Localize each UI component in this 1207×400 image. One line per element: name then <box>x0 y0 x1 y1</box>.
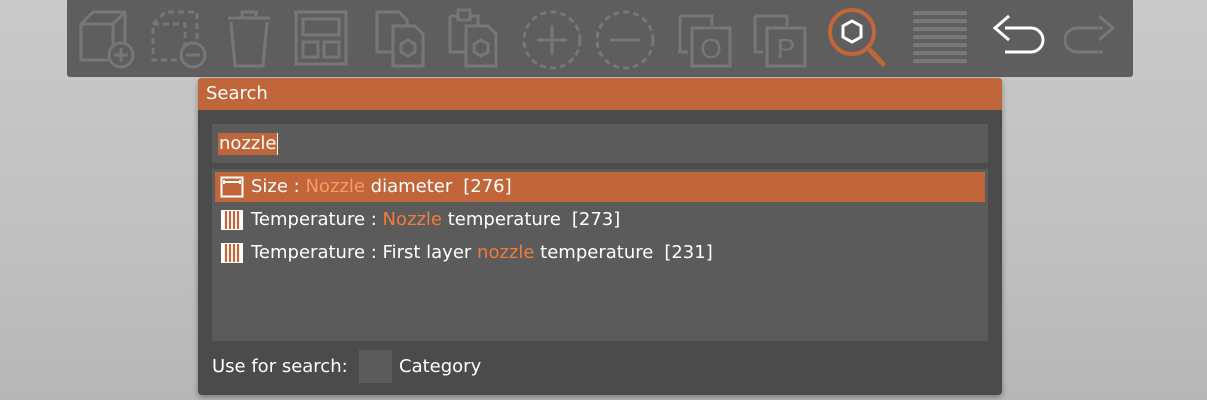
search-result-item[interactable]: Temperature : First layer nozzle tempera… <box>215 238 985 268</box>
result-category: Temperature <box>251 242 366 263</box>
result-match-highlight: Nozzle <box>382 209 442 230</box>
result-category: Temperature <box>251 209 366 230</box>
split-to-parts-button[interactable]: P <box>747 4 813 72</box>
result-count: [276] <box>463 176 512 197</box>
search-results-list[interactable]: Size : Nozzle diameter [276] Temperature :… <box>212 169 988 341</box>
add-instance-button[interactable] <box>519 4 585 72</box>
result-prefix: First layer <box>382 242 478 263</box>
dialog-title: Search <box>206 83 268 104</box>
add-object-button[interactable] <box>71 4 137 72</box>
redo-button[interactable] <box>1057 4 1123 72</box>
size-icon <box>220 176 244 198</box>
plus-circle-icon <box>519 4 585 72</box>
search-result-item[interactable]: Size : Nozzle diameter [276] <box>215 172 985 202</box>
use-for-search-label: Use for search: <box>212 356 348 377</box>
svg-text:P: P <box>777 33 796 64</box>
result-suffix: diameter <box>364 176 453 197</box>
result-match-highlight: nozzle <box>477 242 535 263</box>
remove-instance-button[interactable] <box>592 4 658 72</box>
category-checkbox[interactable] <box>359 350 392 383</box>
result-category: Size <box>251 176 288 197</box>
svg-text:O: O <box>700 33 722 64</box>
result-label: Size : Nozzle diameter [276] <box>251 172 512 202</box>
result-suffix: temperature <box>442 209 561 230</box>
result-label: Temperature : First layer nozzle tempera… <box>251 238 713 268</box>
undo-icon <box>985 4 1051 72</box>
paste-icon <box>440 4 506 72</box>
search-button[interactable] <box>825 4 891 72</box>
copy-icon <box>367 4 433 72</box>
layers-editing-button[interactable] <box>907 4 973 72</box>
split-parts-icon: P <box>747 4 813 72</box>
remove-cube-icon <box>143 4 209 72</box>
undo-button[interactable] <box>985 4 1051 72</box>
add-cube-icon <box>71 4 137 72</box>
search-input[interactable]: nozzle <box>212 124 988 163</box>
minus-circle-icon <box>592 4 658 72</box>
result-count: [273] <box>571 209 621 230</box>
category-checkbox-label[interactable]: Category <box>399 356 481 378</box>
result-match-highlight: Nozzle <box>305 176 365 197</box>
result-separator: : <box>365 209 383 230</box>
copy-button[interactable] <box>367 4 433 72</box>
search-result-item[interactable]: Temperature : Nozzle temperature [273] <box>215 205 985 235</box>
split-to-objects-button[interactable]: O <box>672 4 738 72</box>
result-label: Temperature : Nozzle temperature [273] <box>251 205 620 235</box>
search-icon <box>825 4 891 72</box>
toolbar: OP <box>67 0 1133 77</box>
delete-object-button[interactable] <box>143 4 209 72</box>
text-caret <box>277 133 278 155</box>
result-separator: : <box>365 242 383 263</box>
result-suffix: temperature <box>534 242 654 263</box>
split-objects-icon: O <box>672 4 738 72</box>
arrange-button[interactable] <box>288 4 354 72</box>
result-count: [231] <box>664 242 713 263</box>
temperature-icon <box>220 242 244 264</box>
temperature-icon <box>220 209 244 231</box>
search-query-text: nozzle <box>218 133 278 155</box>
layers-icon <box>907 4 973 72</box>
trash-icon <box>216 4 282 72</box>
paste-button[interactable] <box>440 4 506 72</box>
arrange-icon <box>288 4 354 72</box>
result-separator: : <box>287 176 306 197</box>
redo-icon <box>1057 4 1123 72</box>
dialog-titlebar: Search <box>198 78 1002 110</box>
search-dialog: Search nozzle Size : Nozzle diameter [276… <box>198 78 1002 395</box>
delete-all-button[interactable] <box>216 4 282 72</box>
